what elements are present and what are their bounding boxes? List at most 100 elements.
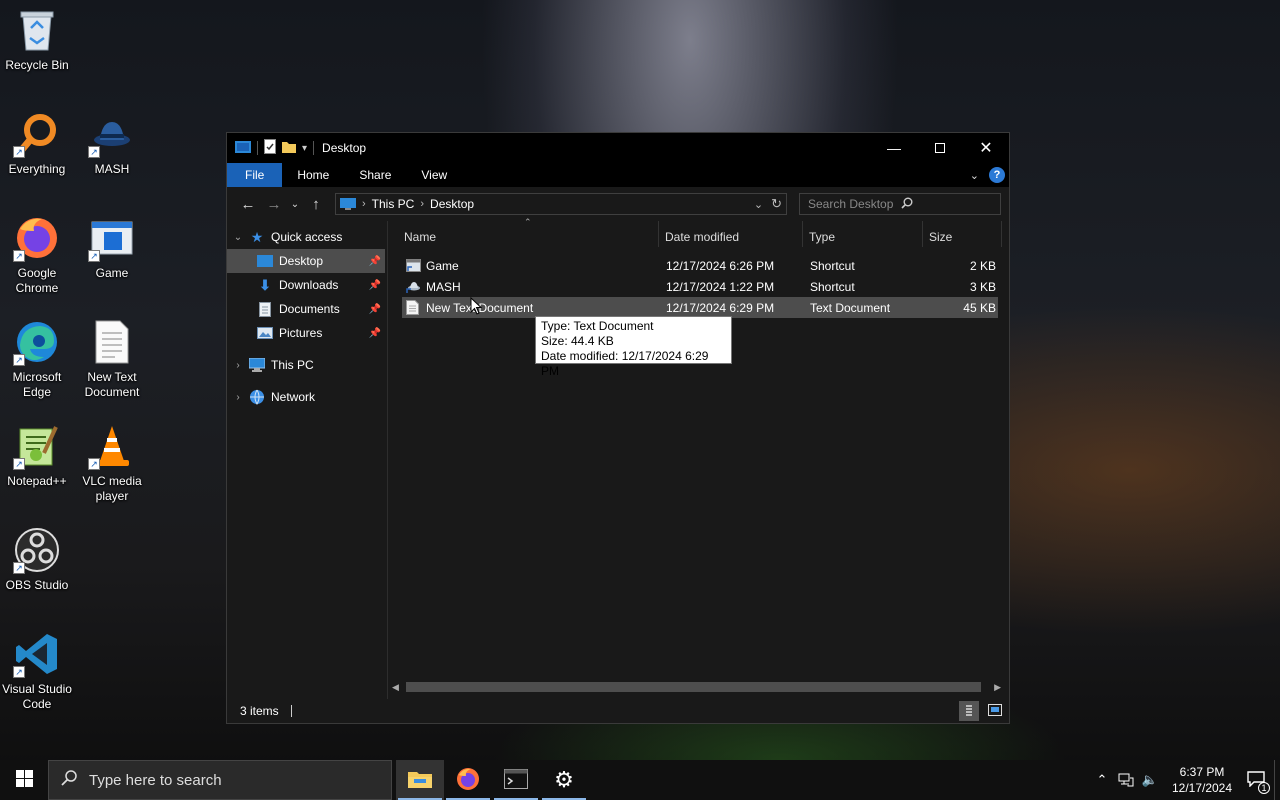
expand-ribbon-chevron-icon[interactable]: ⌄ [970,169,979,182]
nav-item-this-pc[interactable]: › This PC [227,353,385,377]
taskbar-app-terminal[interactable] [492,760,540,800]
desktop-icon-label: Notepad++ [7,474,67,488]
nav-item-quick-access[interactable]: ⌄ ★ Quick access [227,225,385,249]
title-bar[interactable]: ▾ Desktop — ✕ [227,133,1009,163]
search-input[interactable]: Search Desktop [808,197,901,211]
search-box[interactable]: Search Desktop [799,193,1001,215]
volume-icon[interactable]: 🔈 [1138,772,1162,788]
nav-item-downloads[interactable]: ⬇ Downloads 📌 [227,273,385,297]
desktop-icon-everything[interactable]: ↗ Everything [0,110,75,177]
taskbar-search-input[interactable]: Type here to search [89,772,222,789]
desktop-icon-chrome[interactable]: ↗ Google Chrome [0,214,75,296]
taskbar-app-firefox[interactable] [444,760,492,800]
tab-view[interactable]: View [406,163,462,187]
expand-chevron-icon[interactable]: › [227,360,249,371]
collapse-chevron-icon[interactable]: ⌄ [227,232,249,243]
file-tooltip: Type: Text Document Size: 44.4 KB Date m… [535,316,732,378]
file-list: ⌃ Name Date modified Type Size Game 12/1… [388,217,1009,699]
breadcrumb-desktop[interactable]: Desktop [430,197,474,211]
documents-icon [257,301,273,317]
customize-toolbar-chevron-icon[interactable]: ▾ [302,143,307,154]
column-header-type[interactable]: Type [809,230,835,244]
column-header-date-modified[interactable]: Date modified [665,230,739,244]
file-type: Text Document [810,300,891,315]
scroll-right-arrow-icon[interactable]: ▶ [994,682,1001,693]
tooltip-size: Size: 44.4 KB [541,334,614,348]
action-center-button[interactable]: 1 [1238,770,1274,794]
close-button[interactable]: ✕ [963,133,1009,163]
taskbar-search-box[interactable]: Type here to search [48,760,392,800]
nav-item-label: Network [271,390,316,404]
tab-home[interactable]: Home [282,163,344,187]
refresh-icon[interactable]: ↻ [771,196,782,212]
horizontal-scrollbar[interactable]: ◀ ▶ [388,679,1001,695]
nav-item-network[interactable]: › Network [227,385,385,409]
system-clock[interactable]: 6:37 PM 12/17/2024 [1166,764,1238,796]
pin-icon[interactable]: 📌 [369,328,381,339]
column-divider[interactable] [802,221,803,247]
nav-item-label: Pictures [279,326,323,340]
nav-item-desktop[interactable]: Desktop 📌 [227,249,385,273]
desktop-icon-notepadpp[interactable]: ↗ Notepad++ [0,422,75,489]
desktop-icon-obs[interactable]: ↗ OBS Studio [0,526,75,593]
scrollbar-thumb[interactable] [406,682,981,692]
maximize-button[interactable] [917,133,963,163]
show-hidden-icons-chevron-icon[interactable]: ⌃ [1090,772,1114,788]
nav-item-label: Desktop [279,254,324,268]
desktop-icon-new-text-document[interactable]: New Text Document [74,318,150,400]
expand-chevron-icon[interactable]: › [227,392,249,403]
column-header-size[interactable]: Size [929,230,952,244]
shortcut-arrow-icon: ↗ [88,250,100,262]
breadcrumb-this-pc[interactable]: This PC [372,197,415,211]
desktop-icon-game[interactable]: ↗ Game [74,214,150,281]
desktop-icon-vscode[interactable]: ↗ Visual Studio Code [0,630,75,712]
desktop-icon-recycle-bin[interactable]: Recycle Bin [0,6,75,73]
shortcut-arrow-icon: ↗ [88,146,100,158]
taskbar-app-file-explorer[interactable] [396,760,444,800]
nav-item-pictures[interactable]: Pictures 📌 [227,321,385,345]
help-icon[interactable]: ? [989,167,1005,183]
start-button[interactable] [0,760,48,800]
large-icons-view-button[interactable] [985,701,1005,721]
back-button[interactable]: ← [235,191,261,217]
taskbar-app-settings[interactable]: ⚙ [540,760,588,800]
properties-icon[interactable] [264,139,276,157]
column-divider[interactable] [658,221,659,247]
column-divider[interactable] [922,221,923,247]
column-headers: ⌃ Name Date modified Type Size [388,217,1009,251]
ribbon-right-controls: ⌄ ? [970,167,1009,183]
pin-icon[interactable]: 📌 [369,256,381,267]
file-row-game[interactable]: Game 12/17/2024 6:26 PM Shortcut 2 KB [402,255,998,276]
tab-file[interactable]: File [227,163,283,187]
firefox-icon: ↗ [13,214,61,262]
column-divider[interactable] [1001,221,1002,247]
desktop-icon-edge[interactable]: ↗ Microsoft Edge [0,318,75,400]
sort-ascending-icon: ⌃ [524,217,532,227]
file-row-new-text-document[interactable]: New Text Document 12/17/2024 6:29 PM Tex… [402,297,998,318]
minimize-button[interactable]: — [871,133,917,163]
nav-item-documents[interactable]: Documents 📌 [227,297,385,321]
show-desktop-button[interactable] [1274,760,1280,800]
recycle-bin-icon [13,6,61,54]
scroll-left-arrow-icon[interactable]: ◀ [392,682,399,693]
pin-icon[interactable]: 📌 [369,304,381,315]
network-icon[interactable] [1114,773,1138,787]
terminal-icon [504,768,528,792]
text-document-icon [406,300,421,315]
shortcut-arrow-icon: ↗ [13,250,25,262]
pin-icon[interactable]: 📌 [369,280,381,291]
tab-share[interactable]: Share [344,163,406,187]
up-button[interactable]: ↑ [303,191,329,217]
taskbar-apps: ⚙ [396,760,588,800]
column-header-name[interactable]: Name [404,230,436,244]
details-view-button[interactable] [959,701,979,721]
forward-button[interactable]: → [261,191,287,217]
recent-locations-button[interactable]: ⌄ [287,191,303,217]
new-folder-icon[interactable] [282,140,296,157]
desktop-folder-icon [257,253,273,269]
address-history-chevron-icon[interactable]: ⌄ [754,198,763,211]
file-row-mash[interactable]: MASH 12/17/2024 1:22 PM Shortcut 3 KB [402,276,998,297]
address-bar[interactable]: › This PC › Desktop ⌄ ↻ [335,193,787,215]
desktop-icon-mash[interactable]: ↗ MASH [74,110,150,177]
desktop-icon-vlc[interactable]: ↗ VLC media player [74,422,150,504]
